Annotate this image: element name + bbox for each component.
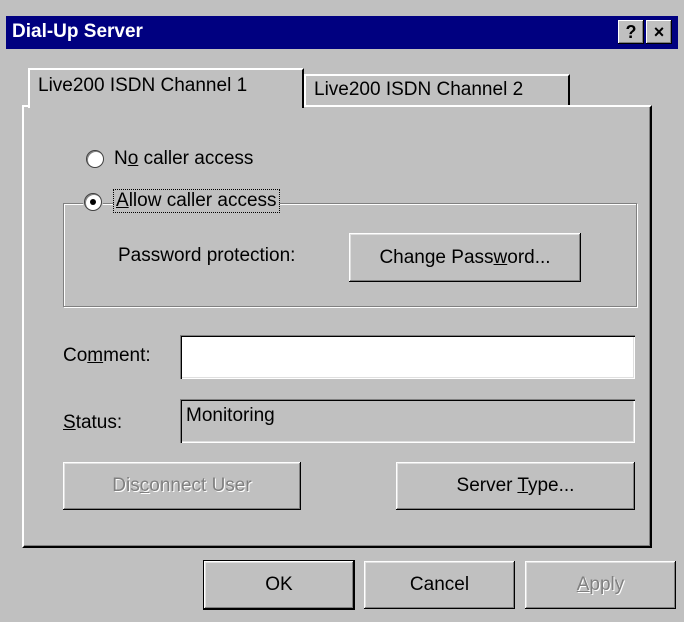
ok-button[interactable]: OK [203, 560, 355, 610]
tab-channel-1-label: Live200 ISDN Channel 1 [38, 75, 248, 96]
password-protection-label: Password protection: [118, 245, 296, 266]
help-button[interactable]: ? [618, 20, 644, 44]
tab-channel-2[interactable]: Live200 ISDN Channel 2 [304, 74, 570, 105]
help-icon: ? [625, 22, 637, 42]
status-value: Monitoring [186, 405, 275, 426]
change-password-button[interactable]: Change Password... [349, 233, 581, 282]
apply-button[interactable]: Apply [525, 561, 676, 609]
no-caller-access-radio[interactable] [86, 150, 104, 168]
allow-caller-access-label[interactable]: Allow caller access [113, 189, 280, 213]
server-type-button[interactable]: Server Type... [396, 462, 635, 510]
status-field: Monitoring [180, 399, 635, 443]
comment-input[interactable] [180, 335, 635, 379]
tab-channel-2-label: Live200 ISDN Channel 2 [314, 79, 524, 100]
window-title: Dial-Up Server [12, 21, 143, 42]
cancel-button[interactable]: Cancel [364, 561, 515, 609]
radio-selected-dot [90, 199, 96, 205]
tab-channel-1[interactable]: Live200 ISDN Channel 1 [28, 68, 304, 108]
no-caller-access-label[interactable]: No caller access [114, 148, 253, 170]
close-icon: × [653, 22, 665, 42]
disconnect-user-button[interactable]: Disconnect User [63, 462, 301, 510]
close-button[interactable]: × [646, 20, 672, 44]
title-bar[interactable]: Dial-Up Server ? × [6, 16, 678, 49]
dialup-server-dialog: Dial-Up Server ? × Live200 ISDN Channel … [0, 0, 684, 622]
allow-caller-access-radio[interactable] [84, 193, 102, 211]
comment-label: Comment: [63, 345, 151, 366]
status-label: Status: [63, 412, 123, 433]
